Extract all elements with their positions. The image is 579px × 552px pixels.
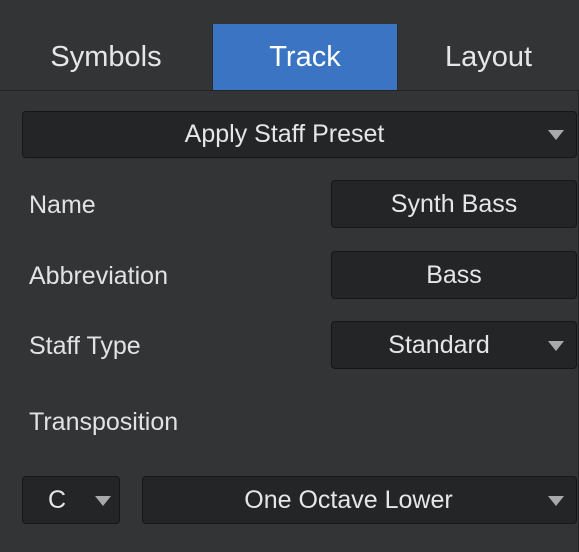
- name-value: Synth Bass: [390, 189, 518, 218]
- transposition-key-dropdown[interactable]: C: [22, 476, 120, 524]
- chevron-down-icon: [548, 130, 564, 140]
- transposition-label: Transposition: [29, 408, 179, 436]
- abbreviation-value: Bass: [426, 260, 482, 289]
- abbreviation-field[interactable]: Bass: [331, 251, 577, 299]
- tab-track[interactable]: Track: [212, 24, 398, 90]
- chevron-down-icon: [548, 496, 564, 506]
- apply-staff-preset-label: Apply Staff Preset: [184, 120, 385, 148]
- name-field[interactable]: Synth Bass: [331, 180, 577, 228]
- apply-staff-preset-dropdown[interactable]: Apply Staff Preset: [22, 111, 577, 158]
- staff-type-label: Staff Type: [29, 332, 141, 360]
- abbreviation-label: Abbreviation: [29, 262, 168, 290]
- staff-type-dropdown[interactable]: Standard: [331, 321, 577, 369]
- chevron-down-icon: [548, 341, 564, 351]
- staff-type-value: Standard: [388, 330, 490, 359]
- chevron-down-icon: [95, 496, 111, 506]
- tab-layout[interactable]: Layout: [398, 24, 579, 90]
- transposition-interval-value: One Octave Lower: [244, 485, 453, 514]
- tab-symbols[interactable]: Symbols: [0, 24, 212, 90]
- name-label: Name: [29, 191, 96, 219]
- tab-bar: Symbols Track Layout: [0, 0, 579, 91]
- inspector-panel: Symbols Track Layout Apply Staff Preset …: [0, 0, 579, 552]
- transposition-interval-dropdown[interactable]: One Octave Lower: [142, 476, 577, 524]
